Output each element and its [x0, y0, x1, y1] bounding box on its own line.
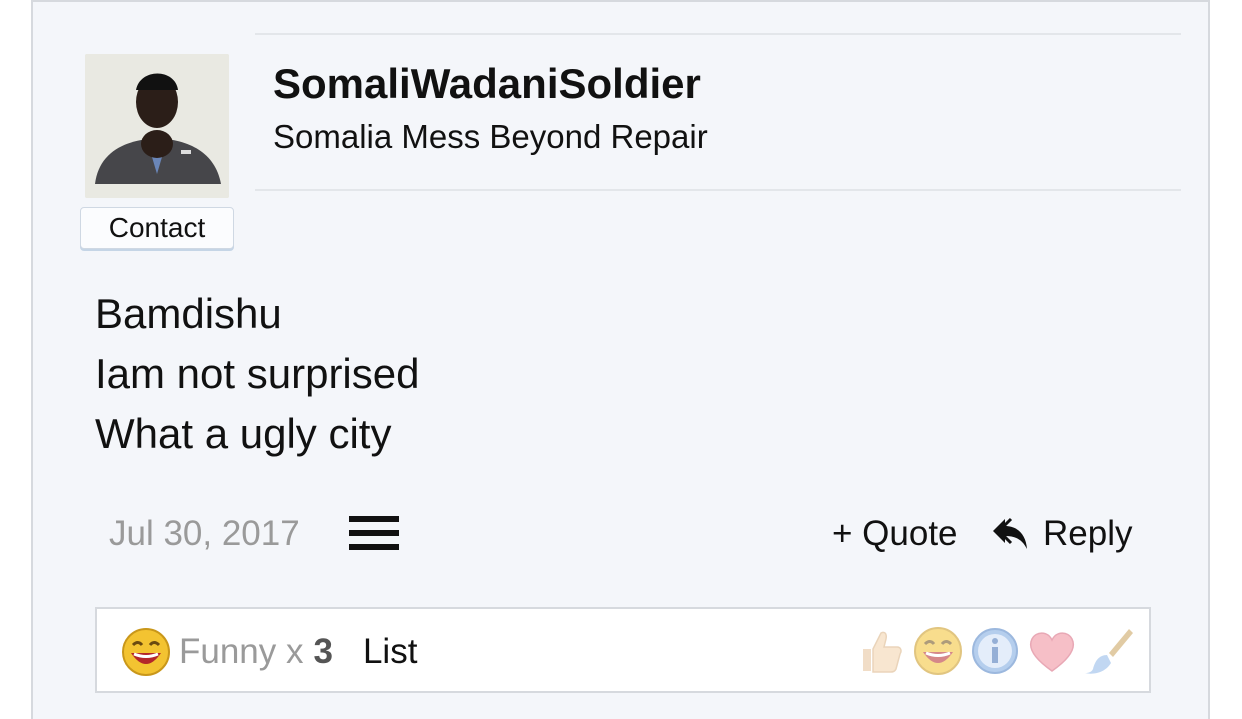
- message-line: Bamdishu: [95, 290, 282, 337]
- laughing-emoji-icon: [122, 628, 170, 676]
- reaction-list-link[interactable]: List: [363, 632, 417, 672]
- message-line: What a ugly city: [95, 410, 392, 457]
- avatar-image: [85, 54, 229, 198]
- forum-post: Contact SomaliWadaniSoldier Somalia Mess…: [31, 0, 1210, 719]
- heart-icon[interactable]: [1026, 625, 1078, 677]
- contact-button[interactable]: Contact: [80, 207, 234, 249]
- paintbrush-icon[interactable]: [1083, 625, 1135, 677]
- quote-button[interactable]: + Quote: [832, 514, 958, 554]
- user-title: Somalia Mess Beyond Repair: [273, 118, 708, 155]
- thumbs-up-icon[interactable]: [855, 625, 907, 677]
- message-line: Iam not surprised: [95, 350, 420, 397]
- info-icon[interactable]: [969, 625, 1021, 677]
- reaction-label: Funny x: [179, 632, 304, 671]
- message-body: Bamdishu Iam not surprised What a ugly c…: [95, 284, 419, 464]
- hamburger-icon[interactable]: [349, 516, 401, 552]
- reaction-buttons: [850, 625, 1135, 677]
- post-date[interactable]: Jul 30, 2017: [109, 514, 300, 554]
- reply-button[interactable]: Reply: [991, 514, 1132, 554]
- reactions-bar: Funny x 3 List: [95, 607, 1151, 693]
- user-header: [255, 33, 1181, 191]
- reply-label: Reply: [1043, 514, 1133, 553]
- laughing-emoji-icon[interactable]: [912, 625, 964, 677]
- reaction-count: 3: [313, 632, 333, 671]
- reply-arrow-icon: [993, 517, 1027, 549]
- avatar[interactable]: [85, 54, 229, 198]
- reaction-summary: Funny x 3 List: [121, 627, 417, 677]
- username[interactable]: SomaliWadaniSoldier: [273, 60, 701, 108]
